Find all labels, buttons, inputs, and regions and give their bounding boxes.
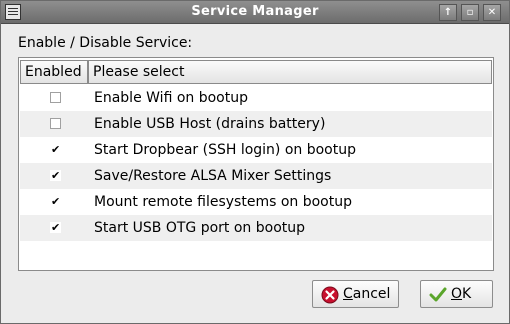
service-label: Start USB OTG port on bootup: [94, 220, 306, 236]
checkbox[interactable]: ✔: [50, 144, 61, 155]
ok-label: OK: [451, 286, 472, 302]
table-row[interactable]: Enable USB Host (drains battery): [20, 111, 492, 137]
shade-up-icon[interactable]: ↑: [439, 4, 457, 21]
cancel-button[interactable]: Cancel: [312, 280, 399, 308]
table-row[interactable]: ✔ Start USB OTG port on bootup: [20, 215, 492, 241]
checkbox[interactable]: ✔: [50, 196, 61, 207]
service-manager-window: Service Manager ↑ ▫ ✕ Enable / Disable S…: [0, 0, 510, 324]
column-header-enabled[interactable]: Enabled: [20, 60, 88, 84]
table-row[interactable]: ✔ Save/Restore ALSA Mixer Settings: [20, 163, 492, 189]
checkbox[interactable]: [50, 92, 61, 103]
list-header: Enabled Please select: [20, 60, 492, 84]
cancel-icon: [321, 286, 339, 304]
checkbox[interactable]: [50, 118, 61, 129]
service-label: Enable Wifi on bootup: [94, 90, 248, 106]
column-header-service[interactable]: Please select: [88, 60, 492, 84]
service-list[interactable]: Enabled Please select Enable Wifi on boo…: [18, 57, 494, 271]
service-label: Mount remote filesystems on bootup: [94, 194, 352, 210]
table-row[interactable]: ✔ Mount remote filesystems on bootup: [20, 189, 492, 215]
service-label: Start Dropbear (SSH login) on bootup: [94, 142, 357, 158]
ok-button[interactable]: OK: [420, 280, 493, 308]
checkmark-icon: [429, 287, 447, 302]
checkbox[interactable]: ✔: [50, 170, 61, 181]
cancel-label: Cancel: [343, 286, 391, 302]
table-row[interactable]: ✔ Start Dropbear (SSH login) on bootup: [20, 137, 492, 163]
title-bar[interactable]: Service Manager ↑ ▫ ✕: [1, 1, 509, 24]
restore-icon[interactable]: ▫: [461, 4, 479, 21]
window-title: Service Manager: [191, 4, 319, 19]
checkbox[interactable]: ✔: [50, 222, 61, 233]
service-label: Save/Restore ALSA Mixer Settings: [94, 168, 332, 184]
table-row[interactable]: Enable Wifi on bootup: [20, 85, 492, 111]
section-label: Enable / Disable Service:: [18, 35, 193, 51]
service-label: Enable USB Host (drains battery): [94, 116, 326, 132]
close-icon[interactable]: ✕: [483, 4, 501, 21]
